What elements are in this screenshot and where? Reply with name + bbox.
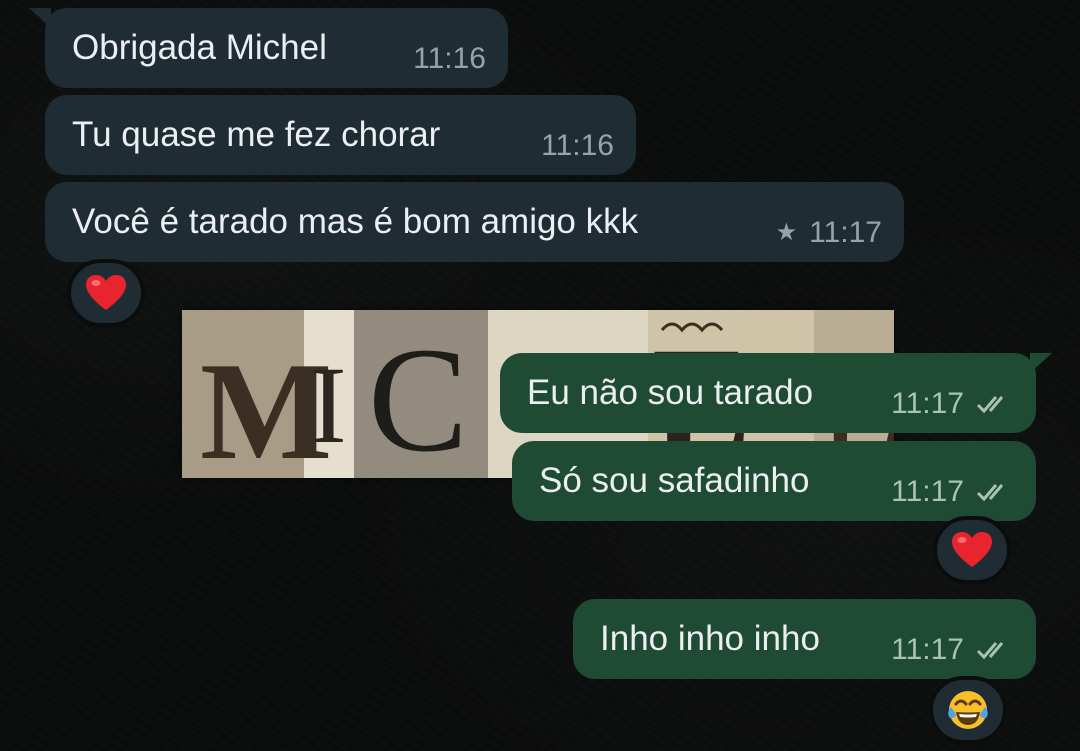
svg-text:I: I xyxy=(310,344,347,466)
message-bubble-outgoing[interactable]: Eu não sou tarado 11:17 xyxy=(500,353,1052,433)
message-reaction[interactable] xyxy=(933,516,1011,584)
message-time: 11:17 xyxy=(809,216,882,249)
message-text: Tu quase me fez chorar xyxy=(72,115,441,154)
heart-emoji-icon xyxy=(86,275,126,310)
message-reaction[interactable] xyxy=(929,676,1007,744)
chat-conversation[interactable]: Obrigada Michel 11:16 Tu quase me fez ch… xyxy=(0,0,1080,751)
message-reaction[interactable] xyxy=(67,259,145,327)
message-meta: 11:16 xyxy=(541,129,614,163)
svg-text:C: C xyxy=(368,317,468,478)
message-time: 11:16 xyxy=(413,42,486,75)
message-meta: 11:17 xyxy=(891,633,1014,667)
message-text: Você é tarado mas é bom amigo kkk xyxy=(72,202,639,241)
heart-emoji-icon xyxy=(952,532,992,567)
message-text: Eu não sou tarado xyxy=(527,373,814,412)
message-time: 11:17 xyxy=(891,387,964,420)
message-meta: ★ 11:17 xyxy=(776,216,882,250)
message-bubble-outgoing[interactable]: Só sou safadinho 11:17 xyxy=(512,441,1036,521)
message-text: Inho inho inho xyxy=(600,619,820,658)
bubble-tail xyxy=(29,8,51,28)
star-icon: ★ xyxy=(775,219,798,246)
message-text: Obrigada Michel xyxy=(72,28,327,67)
message-text: Só sou safadinho xyxy=(539,461,810,500)
message-bubble-outgoing[interactable]: Inho inho inho 11:17 xyxy=(573,599,1036,679)
message-bubble-incoming[interactable]: Tu quase me fez chorar 11:16 xyxy=(45,95,636,175)
message-meta: 11:17 xyxy=(891,475,1014,509)
message-time: 11:17 xyxy=(891,475,964,508)
message-meta: 11:16 xyxy=(413,42,486,76)
message-time: 11:16 xyxy=(541,129,614,162)
message-time: 11:17 xyxy=(891,633,964,666)
double-check-icon xyxy=(976,484,1004,502)
message-bubble-incoming[interactable]: Você é tarado mas é bom amigo kkk ★ 11:1… xyxy=(45,182,904,262)
double-check-icon xyxy=(976,396,1004,414)
double-check-icon xyxy=(976,642,1004,660)
tears-of-joy-emoji-icon xyxy=(948,691,988,729)
message-meta: 11:17 xyxy=(891,387,1014,421)
bubble-tail xyxy=(1030,353,1052,373)
message-bubble-incoming[interactable]: Obrigada Michel 11:16 xyxy=(29,8,508,88)
